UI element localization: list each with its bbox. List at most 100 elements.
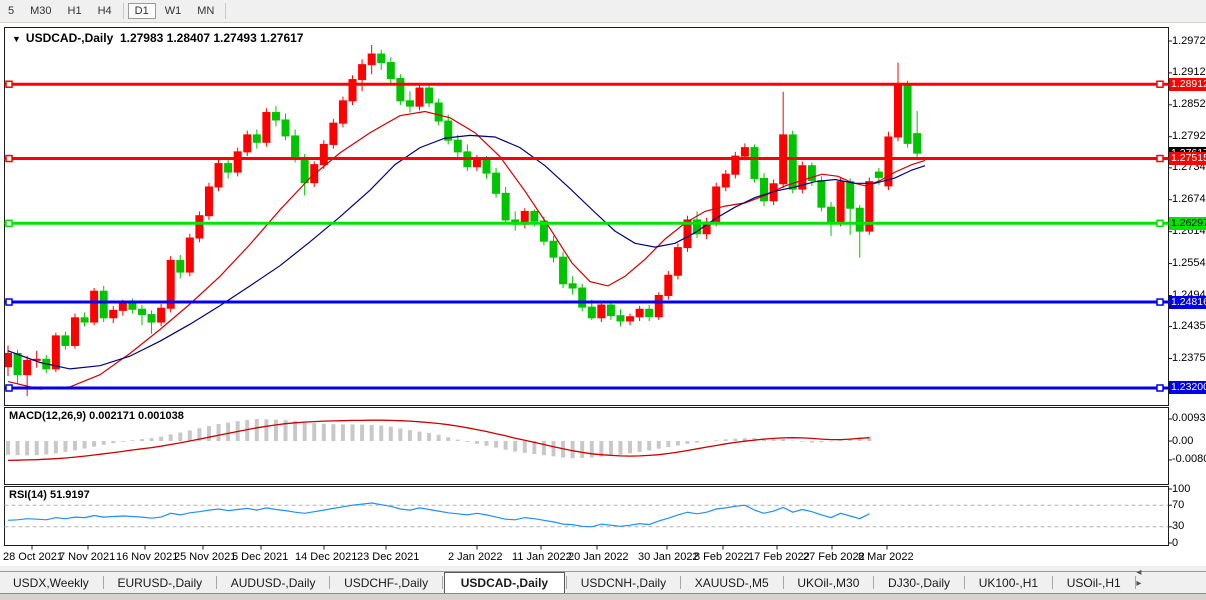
candle (569, 284, 576, 288)
chart-canvas[interactable] (0, 0, 1206, 599)
tab-separator (216, 576, 217, 589)
macd-axis-tick-label: 0.009303 (1172, 412, 1206, 424)
date-axis-label: 11 Jan 2022 (512, 551, 572, 563)
line-handle[interactable] (6, 385, 12, 391)
candle (502, 193, 509, 220)
candle (177, 260, 184, 272)
tab-usdx-weekly[interactable]: USDX,Weekly (0, 573, 102, 594)
price-axis-tick-label: 1.23755 (1172, 352, 1206, 364)
candle (368, 54, 375, 65)
line-handle[interactable] (1157, 220, 1163, 226)
date-axis-label: 7 Nov 2021 (59, 551, 115, 563)
rsi-panel[interactable] (5, 487, 1169, 546)
candle (110, 310, 117, 317)
candle (24, 360, 31, 374)
line-handle[interactable] (6, 299, 12, 305)
candle (837, 182, 844, 222)
candle (627, 317, 634, 321)
candle (674, 248, 681, 276)
tab-usoil-h1[interactable]: USOil-,H1 (1054, 573, 1134, 594)
candle (148, 315, 155, 322)
candle (62, 336, 69, 346)
line-handle[interactable] (1157, 299, 1163, 305)
candle (636, 309, 643, 316)
candle (215, 164, 222, 187)
line-handle[interactable] (6, 220, 12, 226)
candle (205, 187, 212, 216)
candle (14, 353, 21, 374)
candle (292, 136, 299, 158)
tab-xauusd-m5[interactable]: XAUUSD-,M5 (682, 573, 782, 594)
tab-separator (964, 576, 965, 589)
line-handle[interactable] (6, 81, 12, 87)
candle (225, 164, 232, 173)
tab-uk100-h1[interactable]: UK100-,H1 (966, 573, 1051, 594)
tab-usdcad-daily[interactable]: USDCAD-,Daily (444, 572, 565, 595)
date-axis-label: 2 Jan 2022 (448, 551, 502, 563)
candle (493, 173, 500, 193)
candle (550, 241, 557, 257)
rsi-indicator-label: RSI(14) 51.9197 (9, 489, 90, 501)
tab-separator (783, 576, 784, 589)
line-handle[interactable] (1157, 156, 1163, 162)
hline-price-label: 1.24816 (1169, 296, 1206, 309)
candle (426, 88, 433, 103)
candle (244, 135, 251, 152)
collapse-triangle-icon[interactable]: ▼ (12, 34, 21, 44)
candle (617, 316, 624, 321)
candle (579, 288, 586, 307)
tab-usdchf-daily[interactable]: USDCHF-,Daily (331, 573, 441, 594)
candle (263, 113, 270, 143)
candle (158, 308, 165, 322)
candle (847, 182, 854, 209)
line-handle[interactable] (1157, 385, 1163, 391)
price-axis-tick-label: 1.29725 (1172, 35, 1206, 47)
candle (339, 101, 346, 123)
date-axis-label: 20 Jan 2022 (568, 551, 629, 563)
tab-usdcnh-daily[interactable]: USDCNH-,Daily (568, 573, 679, 594)
date-axis-label: 25 Nov 2021 (174, 551, 236, 563)
chart-title: ▼USDCAD-,Daily 1.27983 1.28407 1.27493 1… (12, 31, 303, 45)
date-axis-label: 16 Nov 2021 (116, 551, 178, 563)
candle (129, 303, 136, 309)
candle (483, 158, 490, 173)
tab-scroll-arrows[interactable]: ◂ ▸ (1136, 567, 1206, 594)
candle (828, 207, 835, 222)
tab-separator (329, 576, 330, 589)
tab-audusd-daily[interactable]: AUDUSD-,Daily (218, 573, 329, 594)
candle (560, 257, 567, 284)
tab-separator (1052, 576, 1053, 589)
candle (435, 103, 442, 121)
candle (531, 211, 538, 221)
candle (100, 291, 107, 318)
candle (320, 144, 327, 164)
price-axis-tick-label: 1.29125 (1172, 66, 1206, 78)
price-axis-tick-label: 1.28525 (1172, 98, 1206, 110)
hline-price-label: 1.28912 (1169, 78, 1206, 91)
tab-eurusd-daily[interactable]: EURUSD-,Daily (104, 573, 215, 594)
candle (330, 123, 337, 144)
rsi-axis-tick-label: 100 (1172, 483, 1190, 495)
tab-separator (1135, 576, 1136, 589)
candle (378, 54, 385, 63)
tab-dj30-daily[interactable]: DJ30-,Daily (875, 573, 963, 594)
line-handle[interactable] (6, 156, 12, 162)
candle (359, 65, 366, 80)
candle (416, 88, 423, 106)
tab-separator (103, 576, 104, 589)
candle (856, 208, 863, 231)
tab-ukoil-m30[interactable]: UKOil-,M30 (784, 573, 872, 594)
date-axis-label: 5 Dec 2021 (232, 551, 288, 563)
price-axis-tick-label: 1.24355 (1172, 320, 1206, 332)
candle (751, 148, 758, 179)
price-axis-tick-label: 1.25540 (1172, 257, 1206, 269)
tab-separator (873, 576, 874, 589)
candle (722, 174, 729, 187)
line-handle[interactable] (1157, 81, 1163, 87)
candle (665, 275, 672, 295)
candle (5, 353, 12, 366)
candle (818, 181, 825, 208)
macd-indicator-label: MACD(12,26,9) 0.002171 0.001038 (9, 410, 184, 422)
rsi-axis-tick-label: 0 (1172, 537, 1178, 549)
hline-price-label: 1.23200 (1169, 381, 1206, 394)
